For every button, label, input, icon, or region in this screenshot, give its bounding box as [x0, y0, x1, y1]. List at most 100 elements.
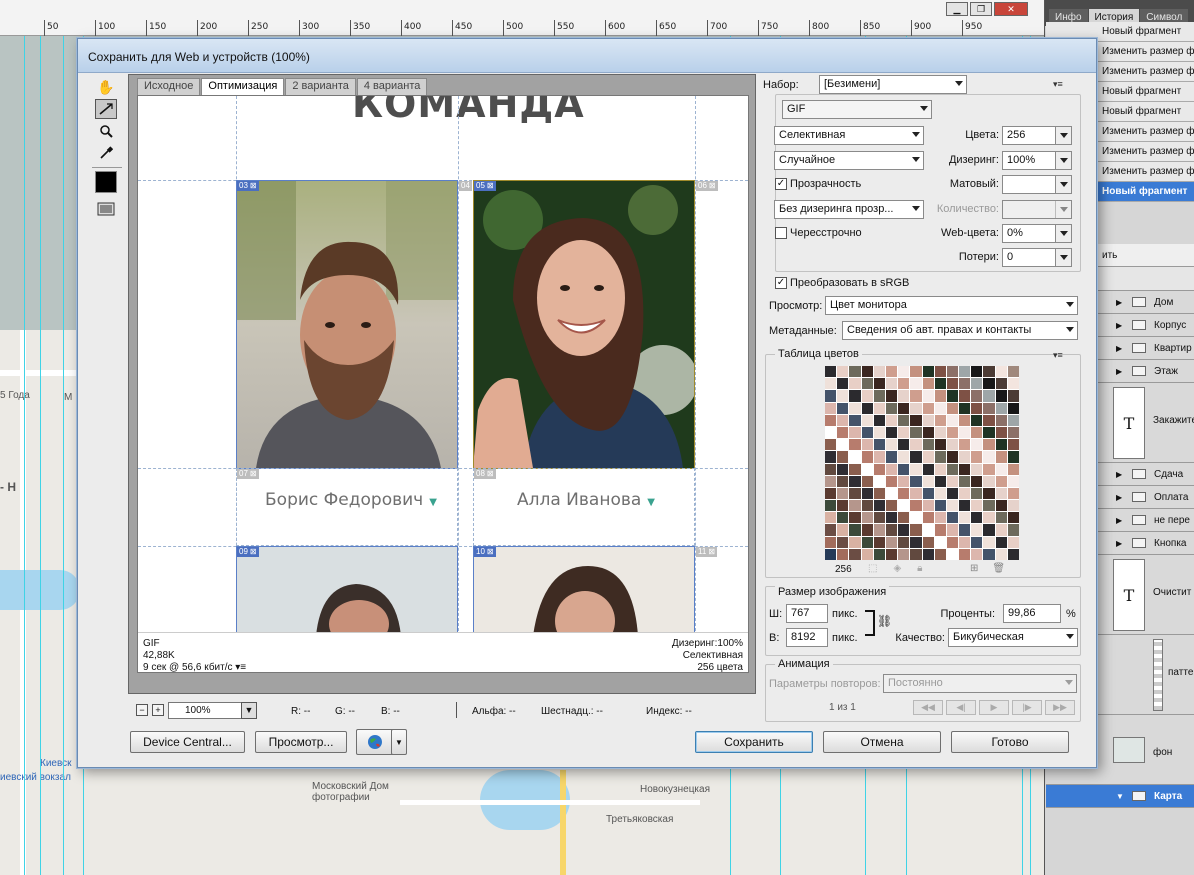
slice-09[interactable] [236, 546, 458, 636]
color-swatch[interactable] [898, 378, 910, 390]
color-swatch[interactable] [946, 475, 959, 487]
eyedropper-tool-icon[interactable] [95, 143, 117, 163]
color-swatch[interactable] [837, 536, 849, 548]
tab-4-up[interactable]: 4 варианта [356, 78, 428, 95]
color-swatch[interactable] [995, 475, 1007, 487]
color-swatch[interactable] [983, 402, 995, 414]
color-swatch[interactable] [861, 390, 873, 402]
color-swatch[interactable] [885, 512, 898, 524]
color-swatch[interactable] [995, 439, 1007, 451]
color-swatch[interactable] [898, 536, 910, 548]
convert-srgb-checkbox[interactable]: ✓ [775, 277, 787, 289]
color-swatch[interactable] [837, 524, 849, 536]
color-swatch[interactable] [946, 500, 959, 512]
color-swatch[interactable] [971, 439, 983, 451]
color-swatch[interactable] [885, 426, 898, 439]
color-swatch[interactable] [898, 512, 910, 524]
done-button[interactable]: Готово [951, 731, 1069, 753]
color-swatch[interactable] [983, 426, 995, 439]
color-swatch[interactable] [1007, 378, 1019, 390]
color-swatch[interactable] [837, 512, 849, 524]
color-swatch[interactable] [971, 487, 983, 500]
quality-select[interactable]: Бикубическая [948, 628, 1078, 647]
color-swatch[interactable] [1007, 366, 1019, 378]
color-swatch[interactable] [898, 390, 910, 402]
color-swatch[interactable] [971, 463, 983, 475]
color-swatch[interactable] [971, 512, 983, 524]
color-swatch[interactable] [995, 500, 1007, 512]
color-swatch[interactable] [910, 487, 922, 500]
color-swatch[interactable] [849, 366, 861, 378]
settings-menu-icon[interactable]: ▾≡ [1053, 79, 1063, 90]
color-swatch[interactable] [910, 536, 922, 548]
color-swatch[interactable] [861, 366, 873, 378]
color-swatch[interactable] [825, 426, 837, 439]
new-color-icon[interactable]: ⊞ [970, 563, 978, 574]
color-swatch[interactable] [885, 390, 898, 402]
browser-dropdown-icon[interactable]: ▼ [391, 729, 407, 755]
color-swatch[interactable] [825, 524, 837, 536]
color-swatch[interactable] [946, 402, 959, 414]
color-swatch[interactable] [959, 475, 971, 487]
color-swatch[interactable] [837, 500, 849, 512]
color-swatch[interactable] [861, 402, 873, 414]
color-swatch[interactable] [861, 451, 873, 463]
color-swatch[interactable] [934, 390, 946, 402]
color-swatch[interactable] [995, 487, 1007, 500]
color-swatch[interactable] [873, 366, 885, 378]
color-swatch[interactable] [959, 524, 971, 536]
color-swatch[interactable] [971, 451, 983, 463]
color-swatch[interactable] [885, 487, 898, 500]
color-swatch[interactable] [922, 512, 934, 524]
color-swatch[interactable] [1007, 548, 1019, 560]
color-swatch[interactable] [861, 512, 873, 524]
tab-optimized[interactable]: Оптимизация [201, 78, 285, 95]
preset-select[interactable]: [Безимени] [819, 75, 967, 94]
lossy-field[interactable]: 0 [1002, 248, 1072, 267]
color-swatch[interactable] [825, 366, 837, 378]
color-swatch[interactable] [971, 390, 983, 402]
toggle-slices-icon[interactable] [95, 199, 117, 219]
color-swatch[interactable] [898, 548, 910, 560]
color-swatch[interactable] [946, 414, 959, 426]
color-swatch[interactable] [934, 378, 946, 390]
color-swatch[interactable] [983, 512, 995, 524]
expand-arrow-icon[interactable]: ▶ [1116, 344, 1122, 353]
color-swatch[interactable] [995, 463, 1007, 475]
color-swatch[interactable] [1007, 524, 1019, 536]
color-swatch[interactable] [849, 487, 861, 500]
color-swatch[interactable] [825, 512, 837, 524]
metadata-select[interactable]: Сведения об авт. правах и контакты [842, 321, 1078, 340]
color-swatch[interactable] [995, 548, 1007, 560]
color-swatch[interactable] [849, 451, 861, 463]
color-swatch[interactable] [995, 414, 1007, 426]
color-swatch[interactable] [885, 414, 898, 426]
color-swatch[interactable] [983, 536, 995, 548]
color-swatch[interactable] [837, 463, 849, 475]
color-swatch[interactable] [910, 512, 922, 524]
color-swatch[interactable] [885, 366, 898, 378]
color-swatch[interactable] [849, 475, 861, 487]
color-swatch[interactable] [898, 414, 910, 426]
color-swatch[interactable] [983, 487, 995, 500]
color-swatch[interactable] [910, 426, 922, 439]
color-swatch[interactable] [873, 439, 885, 451]
color-swatch[interactable] [837, 451, 849, 463]
color-swatch[interactable] [1007, 475, 1019, 487]
color-swatch[interactable] [983, 451, 995, 463]
color-swatch[interactable] [934, 366, 946, 378]
menu-icon[interactable]: ▾≡ [235, 662, 246, 672]
color-swatch[interactable] [934, 463, 946, 475]
color-swatch[interactable] [910, 548, 922, 560]
color-swatch[interactable] [849, 390, 861, 402]
expand-arrow-icon[interactable]: ▶ [1116, 367, 1122, 376]
slice-05[interactable] [473, 180, 695, 469]
color-swatch[interactable] [885, 524, 898, 536]
color-swatch[interactable] [825, 536, 837, 548]
color-swatch[interactable] [959, 439, 971, 451]
color-swatch[interactable] [971, 475, 983, 487]
color-swatch[interactable] [934, 426, 946, 439]
color-swatch[interactable] [934, 536, 946, 548]
color-swatch[interactable] [837, 366, 849, 378]
color-swatch[interactable] [983, 414, 995, 426]
